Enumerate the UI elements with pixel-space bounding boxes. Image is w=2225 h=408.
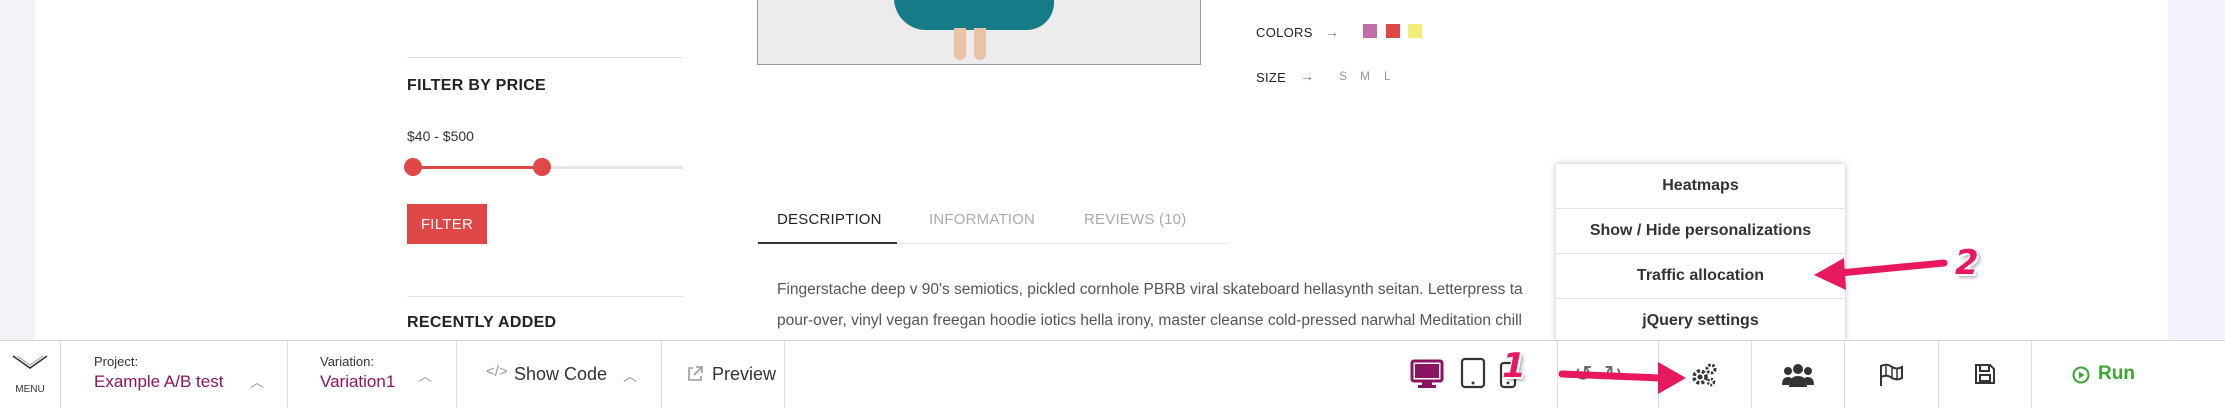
settings-dropdown-menu: Heatmaps Show / Hide personalizations Tr… xyxy=(1556,164,1845,342)
menu-item-heatmaps[interactable]: Heatmaps xyxy=(1556,164,1845,209)
size-option-s[interactable]: S xyxy=(1339,69,1347,83)
menu-label: MENU xyxy=(15,384,45,395)
run-label: Run xyxy=(2098,363,2135,384)
settings-gears-icon[interactable] xyxy=(1690,362,1718,388)
description-text-line: Fingerstache deep v 90's semiotics, pick… xyxy=(777,281,1523,298)
product-image[interactable] xyxy=(757,0,1201,65)
divider xyxy=(407,296,683,297)
arrow-right-icon: → xyxy=(1325,24,1339,40)
menu-button[interactable]: MENU xyxy=(8,346,52,404)
toolbar-divider xyxy=(456,341,457,408)
toolbar-divider xyxy=(1938,341,1939,408)
tablet-icon[interactable] xyxy=(1460,357,1486,389)
toolbar-divider xyxy=(784,341,785,408)
toolbar-divider xyxy=(60,341,61,408)
toolbar-divider xyxy=(1751,341,1752,408)
recently-added-heading: RECENTLY ADDED xyxy=(407,314,557,331)
active-tab-indicator xyxy=(758,242,897,244)
preview-label: Preview xyxy=(712,364,777,384)
chevron-up-icon: ︿ xyxy=(623,368,637,384)
annotation-number-2: 2 xyxy=(1955,243,1979,283)
chevron-up-icon: ︿ xyxy=(418,368,432,384)
project-label: Project: xyxy=(94,354,139,369)
tab-information[interactable]: INFORMATION xyxy=(929,211,1035,228)
description-text-line: pour-over, vinyl vegan freegan hoodie io… xyxy=(777,312,1522,329)
code-icon: </> xyxy=(486,363,508,380)
audience-icon[interactable] xyxy=(1782,363,1814,387)
price-slider-min-handle[interactable] xyxy=(404,158,422,176)
size-option-l[interactable]: L xyxy=(1384,69,1391,83)
dress-graphic xyxy=(894,0,1054,30)
project-name: Example A/B test xyxy=(94,372,224,391)
variation-name: Variation1 xyxy=(320,372,396,391)
tab-description[interactable]: DESCRIPTION xyxy=(777,211,882,228)
leg-graphic xyxy=(954,28,966,60)
editor-toolbar: MENU Project: Example A/B test ︿ Variati… xyxy=(0,340,2225,408)
size-label: SIZE xyxy=(1256,70,1287,85)
redo-icon[interactable]: ↻ xyxy=(1604,361,1622,387)
toolbar-divider xyxy=(2031,341,2032,408)
filter-button[interactable]: FILTER xyxy=(407,204,487,244)
price-range-value: $40 - $500 xyxy=(407,128,474,144)
toolbar-divider xyxy=(287,341,288,408)
variation-label: Variation: xyxy=(320,354,374,369)
save-icon[interactable] xyxy=(1974,363,1996,385)
toolbar-divider xyxy=(1844,341,1845,408)
menu-item-personalizations[interactable]: Show / Hide personalizations xyxy=(1556,209,1845,254)
goals-flag-icon[interactable] xyxy=(1878,363,1904,387)
price-slider-range xyxy=(413,166,543,169)
annotation-number-1: 1 xyxy=(1502,346,1526,386)
show-code-label: Show Code xyxy=(514,364,608,384)
menu-chevron-icon xyxy=(12,355,48,369)
color-swatch-red[interactable] xyxy=(1386,24,1400,38)
tab-reviews[interactable]: REVIEWS (10) xyxy=(1084,211,1186,228)
color-swatch-yellow[interactable] xyxy=(1408,24,1422,38)
leg-graphic xyxy=(974,28,986,60)
undo-icon[interactable]: ↺ xyxy=(1574,361,1592,387)
colors-label: COLORS xyxy=(1256,25,1313,40)
divider xyxy=(407,57,683,58)
filter-by-price-heading: FILTER BY PRICE xyxy=(407,77,547,94)
toolbar-divider xyxy=(1658,341,1659,408)
toolbar-divider xyxy=(1557,341,1558,408)
external-link-icon xyxy=(688,366,703,381)
desktop-icon[interactable] xyxy=(1410,359,1444,389)
page-margin xyxy=(2168,0,2225,340)
toolbar-divider xyxy=(661,341,662,408)
menu-item-traffic-allocation[interactable]: Traffic allocation xyxy=(1556,254,1845,299)
menu-item-jquery-settings[interactable]: jQuery settings xyxy=(1556,299,1845,343)
color-swatch-purple[interactable] xyxy=(1363,24,1377,38)
size-option-m[interactable]: M xyxy=(1360,69,1370,83)
arrow-right-icon: → xyxy=(1300,68,1314,84)
play-icon xyxy=(2072,366,2090,384)
chevron-up-icon: ︿ xyxy=(250,374,264,390)
